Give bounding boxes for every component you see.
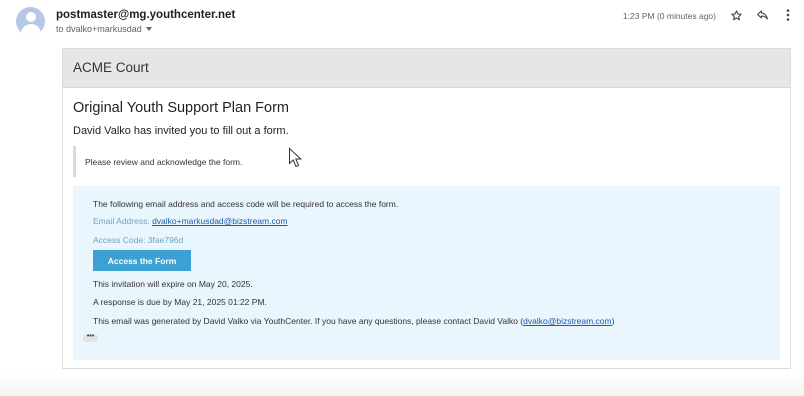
quote-text: Please review and acknowledge the form. <box>85 157 243 167</box>
email-address-link[interactable]: dvalko+markusdad@bizstream.com <box>152 216 287 226</box>
message-quote: Please review and acknowledge the form. <box>73 146 779 177</box>
star-icon[interactable] <box>726 5 746 25</box>
more-vertical-icon[interactable] <box>778 5 798 25</box>
generated-prefix: This email was generated by David Valko … <box>93 316 524 326</box>
expiry-text: This invitation will expire on May 20, 2… <box>93 279 253 289</box>
email-header: postmaster@mg.youthcenter.net to dvalko+… <box>0 0 804 44</box>
invite-text: David Valko has invited you to fill out … <box>73 125 289 137</box>
generated-text: This email was generated by David Valko … <box>93 316 614 326</box>
email-body-card: ACME Court Original Youth Support Plan F… <box>62 48 791 369</box>
mouse-pointer-icon <box>289 147 303 168</box>
avatar-head <box>25 12 36 22</box>
contact-email-link[interactable]: dvalko@bizstream.com <box>523 316 611 326</box>
email-address-label: Email Address: <box>93 216 153 226</box>
org-name: ACME Court <box>73 60 149 75</box>
sender-address[interactable]: postmaster@mg.youthcenter.net <box>56 9 235 21</box>
chevron-down-icon[interactable] <box>145 27 152 31</box>
email-address-line: Email Address: dvalko+markusdad@bizstrea… <box>93 216 288 226</box>
email-timestamp: 1:23 PM (0 minutes ago) <box>622 11 716 21</box>
sender-avatar[interactable] <box>16 7 45 36</box>
recipient-text: to dvalko+markusdad <box>56 24 142 34</box>
bottom-fade <box>0 374 804 396</box>
avatar-shoulders <box>20 24 41 36</box>
generated-suffix: ) <box>611 316 615 326</box>
recipient-line[interactable]: to dvalko+markusdad <box>56 24 152 34</box>
org-header-bar: ACME Court <box>63 49 790 88</box>
access-form-button[interactable]: Access the Form <box>93 250 191 271</box>
form-title: Original Youth Support Plan Form <box>73 100 290 116</box>
due-text: A response is due by May 21, 2025 01:22 … <box>93 297 267 307</box>
reply-icon[interactable] <box>752 5 772 25</box>
access-intro: The following email address and access c… <box>93 199 399 209</box>
show-trimmed-content-button[interactable]: ••• <box>83 333 98 342</box>
access-code: Access Code: 3fae796d <box>93 235 184 245</box>
access-info-panel: The following email address and access c… <box>73 186 780 360</box>
